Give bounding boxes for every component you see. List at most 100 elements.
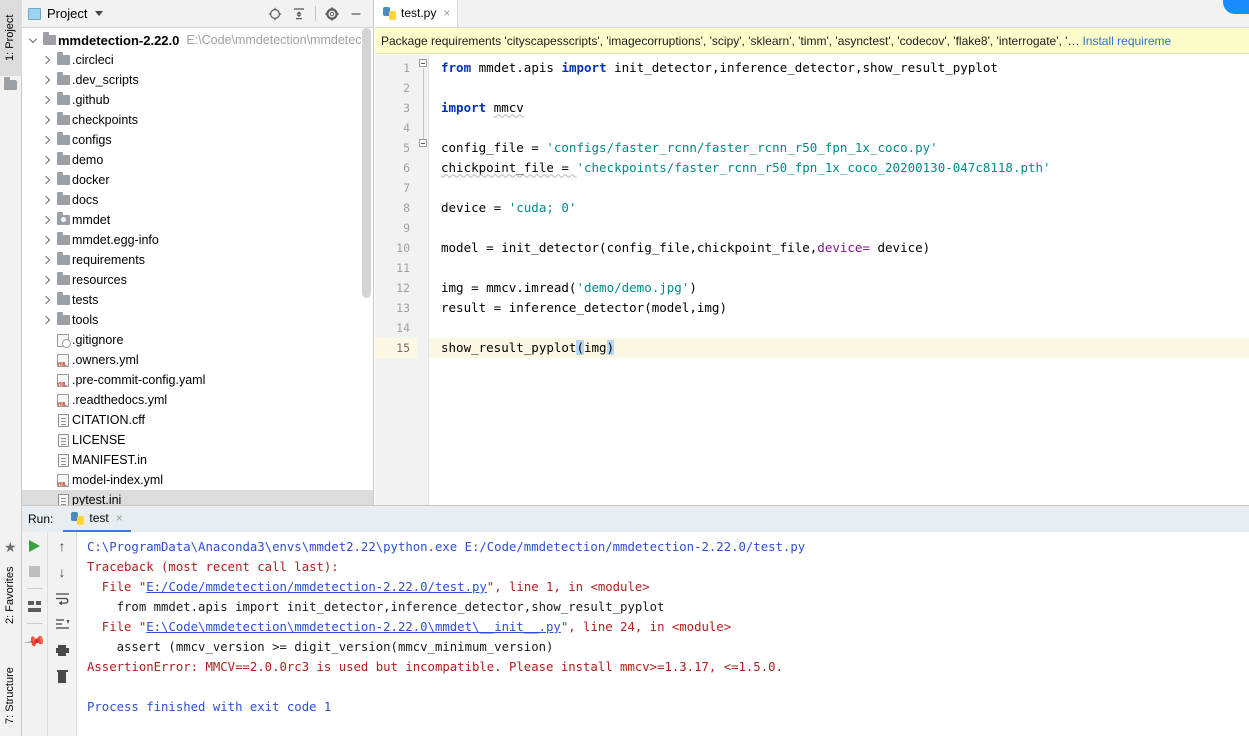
chevron-right-icon[interactable] xyxy=(40,257,54,263)
console-file-link[interactable]: E:/Code/mmdetection/mmdetection-2.22.0/t… xyxy=(146,580,487,594)
console-text: C:\ProgramData\Anaconda3\envs\mmdet2.22\… xyxy=(87,540,806,554)
clear-all-button[interactable] xyxy=(54,668,70,684)
print-button[interactable] xyxy=(54,642,70,658)
stop-button[interactable] xyxy=(27,563,43,579)
tree-item-gitignore[interactable]: .gitignore xyxy=(22,330,373,350)
settings-gear-icon[interactable] xyxy=(321,3,343,25)
project-panel-scrollbar[interactable] xyxy=(361,28,372,505)
code-fold-toggle-icon[interactable] xyxy=(419,139,427,147)
tree-item-pytest-ini[interactable]: pytest.ini xyxy=(22,490,373,505)
tree-item-label: resources xyxy=(72,273,127,287)
down-the-stack-trace-button[interactable]: ↓ xyxy=(54,564,70,580)
chevron-right-icon[interactable] xyxy=(40,237,54,243)
chevron-right-icon[interactable] xyxy=(40,137,54,143)
locate-file-icon[interactable] xyxy=(264,3,286,25)
tree-item-configs[interactable]: configs xyxy=(22,130,373,150)
code-line[interactable] xyxy=(429,78,1249,98)
code-line[interactable] xyxy=(429,218,1249,238)
code-line[interactable]: img = mmcv.imread('demo/demo.jpg') xyxy=(429,278,1249,298)
code-token: from xyxy=(441,60,479,75)
tree-item-mmdet-egg-info[interactable]: mmdet.egg-info xyxy=(22,230,373,250)
scroll-to-end-button[interactable] xyxy=(54,616,70,632)
tree-item-license[interactable]: LICENSE xyxy=(22,430,373,450)
code-line[interactable]: from mmdet.apis import init_detector,inf… xyxy=(429,58,1249,78)
run-panel-header: Run: test × xyxy=(22,506,1249,532)
line-number: 11 xyxy=(396,261,410,275)
editor-tab-test-py[interactable]: test.py × xyxy=(375,0,459,27)
chevron-right-icon[interactable] xyxy=(40,77,54,83)
chevron-right-icon[interactable] xyxy=(40,197,54,203)
code-fold-toggle-icon[interactable] xyxy=(419,59,427,67)
code-line[interactable]: model = init_detector(config_file,chickp… xyxy=(429,238,1249,258)
tree-item-resources[interactable]: resources xyxy=(22,270,373,290)
chevron-down-icon[interactable] xyxy=(26,39,40,42)
chevron-right-icon[interactable] xyxy=(40,317,54,323)
tree-item-circleci[interactable]: .circleci xyxy=(22,50,373,70)
rerun-button[interactable] xyxy=(27,538,43,554)
chevron-right-icon[interactable] xyxy=(40,217,54,223)
chevron-right-icon[interactable] xyxy=(40,277,54,283)
tree-item-docker[interactable]: docker xyxy=(22,170,373,190)
sidebar-tab-favorites[interactable]: 2: Favorites xyxy=(0,558,22,632)
run-console-output[interactable]: C:\ProgramData\Anaconda3\envs\mmdet2.22\… xyxy=(77,532,1249,736)
code-line[interactable]: import mmcv xyxy=(429,98,1249,118)
tree-item-readthedocs-yml[interactable]: .readthedocs.yml xyxy=(22,390,373,410)
tree-item-requirements[interactable]: requirements xyxy=(22,250,373,270)
collapse-all-icon[interactable] xyxy=(288,3,310,25)
chevron-right-icon[interactable] xyxy=(40,177,54,183)
project-file-tree[interactable]: mmdetection-2.22.0 E:\Code\mmdetection\m… xyxy=(22,28,373,505)
tree-item-model-index-yml[interactable]: model-index.yml xyxy=(22,470,373,490)
tree-root-node[interactable]: mmdetection-2.22.0 E:\Code\mmdetection\m… xyxy=(22,30,373,50)
code-line[interactable]: result = inference_detector(model,img) xyxy=(429,298,1249,318)
tree-item-mmdet[interactable]: mmdet xyxy=(22,210,373,230)
chevron-right-icon[interactable] xyxy=(40,117,54,123)
tree-item-manifest-in[interactable]: MANIFEST.in xyxy=(22,450,373,470)
tree-item-label: mmdet xyxy=(72,213,111,227)
tree-item-demo[interactable]: demo xyxy=(22,150,373,170)
close-icon[interactable]: × xyxy=(116,511,123,525)
layout-settings-button[interactable] xyxy=(27,598,43,614)
code-line[interactable]: device = 'cuda; 0' xyxy=(429,198,1249,218)
code-editor[interactable]: 1 2 3 4 5 6 7 8 9 10 11 12 13 14 15 from mmdet.apis im… xyxy=(375,55,1249,505)
code-line[interactable] xyxy=(429,118,1249,138)
install-requirements-link[interactable]: Install requireme xyxy=(1082,34,1171,48)
chevron-right-icon[interactable] xyxy=(40,297,54,303)
tree-item-owners-yml[interactable]: .owners.yml xyxy=(22,350,373,370)
sidebar-tab-project[interactable]: 1: Project xyxy=(0,0,22,76)
chevron-right-icon[interactable] xyxy=(40,57,54,63)
soft-wrap-button[interactable] xyxy=(54,590,70,606)
code-line[interactable] xyxy=(429,178,1249,198)
code-line[interactable] xyxy=(429,258,1249,278)
up-the-stack-trace-button[interactable]: ↑ xyxy=(54,538,70,554)
hide-panel-icon[interactable] xyxy=(345,3,367,25)
editor-fold-column[interactable] xyxy=(417,55,429,505)
code-token: config_file = xyxy=(441,140,547,155)
tree-item-label: model-index.yml xyxy=(72,473,164,487)
editor-code-lines[interactable]: from mmdet.apis import init_detector,inf… xyxy=(429,55,1249,505)
tree-item-citation-cff[interactable]: CITATION.cff xyxy=(22,410,373,430)
tree-item-tests[interactable]: tests xyxy=(22,290,373,310)
close-icon[interactable]: × xyxy=(443,6,450,20)
tree-item-github[interactable]: .github xyxy=(22,90,373,110)
project-view-icon xyxy=(28,7,41,20)
tree-item-dev-scripts[interactable]: .dev_scripts xyxy=(22,70,373,90)
pin-tab-button[interactable]: 📌 xyxy=(23,629,46,652)
tree-item-tools[interactable]: tools xyxy=(22,310,373,330)
sidebar-tab-structure[interactable]: 7: Structure xyxy=(0,660,22,732)
tree-item-docs[interactable]: docs xyxy=(22,190,373,210)
tree-item-checkpoints[interactable]: checkpoints xyxy=(22,110,373,130)
chevron-right-icon[interactable] xyxy=(40,157,54,163)
code-line[interactable] xyxy=(429,318,1249,338)
run-tab-test[interactable]: test × xyxy=(63,506,131,532)
tree-item-pre-commit-config-yaml[interactable]: .pre-commit-config.yaml xyxy=(22,370,373,390)
code-line[interactable]: config_file = 'configs/faster_rcnn/faste… xyxy=(429,138,1249,158)
scrollbar-thumb[interactable] xyxy=(362,28,371,298)
folder-icon xyxy=(54,272,72,285)
toolbar-divider xyxy=(26,588,43,589)
code-line[interactable]: show_result_pyplot(img) xyxy=(429,338,1249,358)
chevron-down-icon[interactable] xyxy=(95,11,104,16)
code-line[interactable]: chickpoint_file = 'checkpoints/faster_rc… xyxy=(429,158,1249,178)
chevron-right-icon[interactable] xyxy=(40,97,54,103)
console-line: Traceback (most recent call last): xyxy=(87,557,1249,577)
console-file-link[interactable]: E:\Code\mmdetection\mmdetection-2.22.0\m… xyxy=(146,620,561,634)
